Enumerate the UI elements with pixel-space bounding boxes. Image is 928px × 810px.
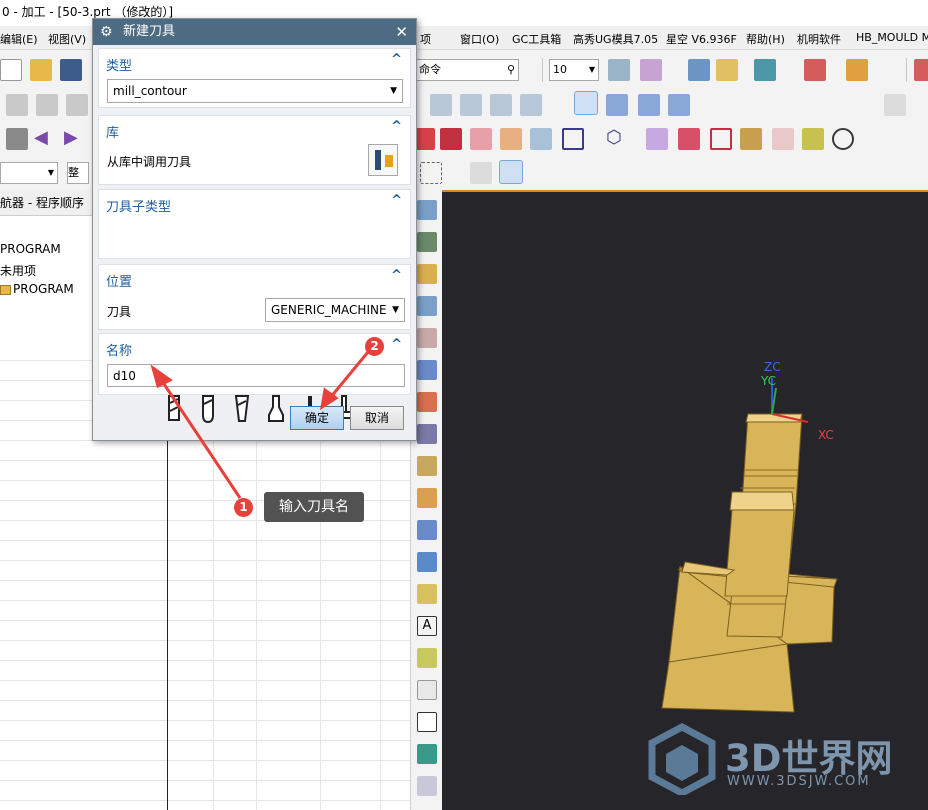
- annotation-badge-1: 1: [234, 498, 253, 517]
- annotation-tooltip: 输入刀具名: [264, 492, 364, 522]
- annotation-badge-2: 2: [365, 337, 384, 356]
- annotation-arrows: [150, 351, 370, 499]
